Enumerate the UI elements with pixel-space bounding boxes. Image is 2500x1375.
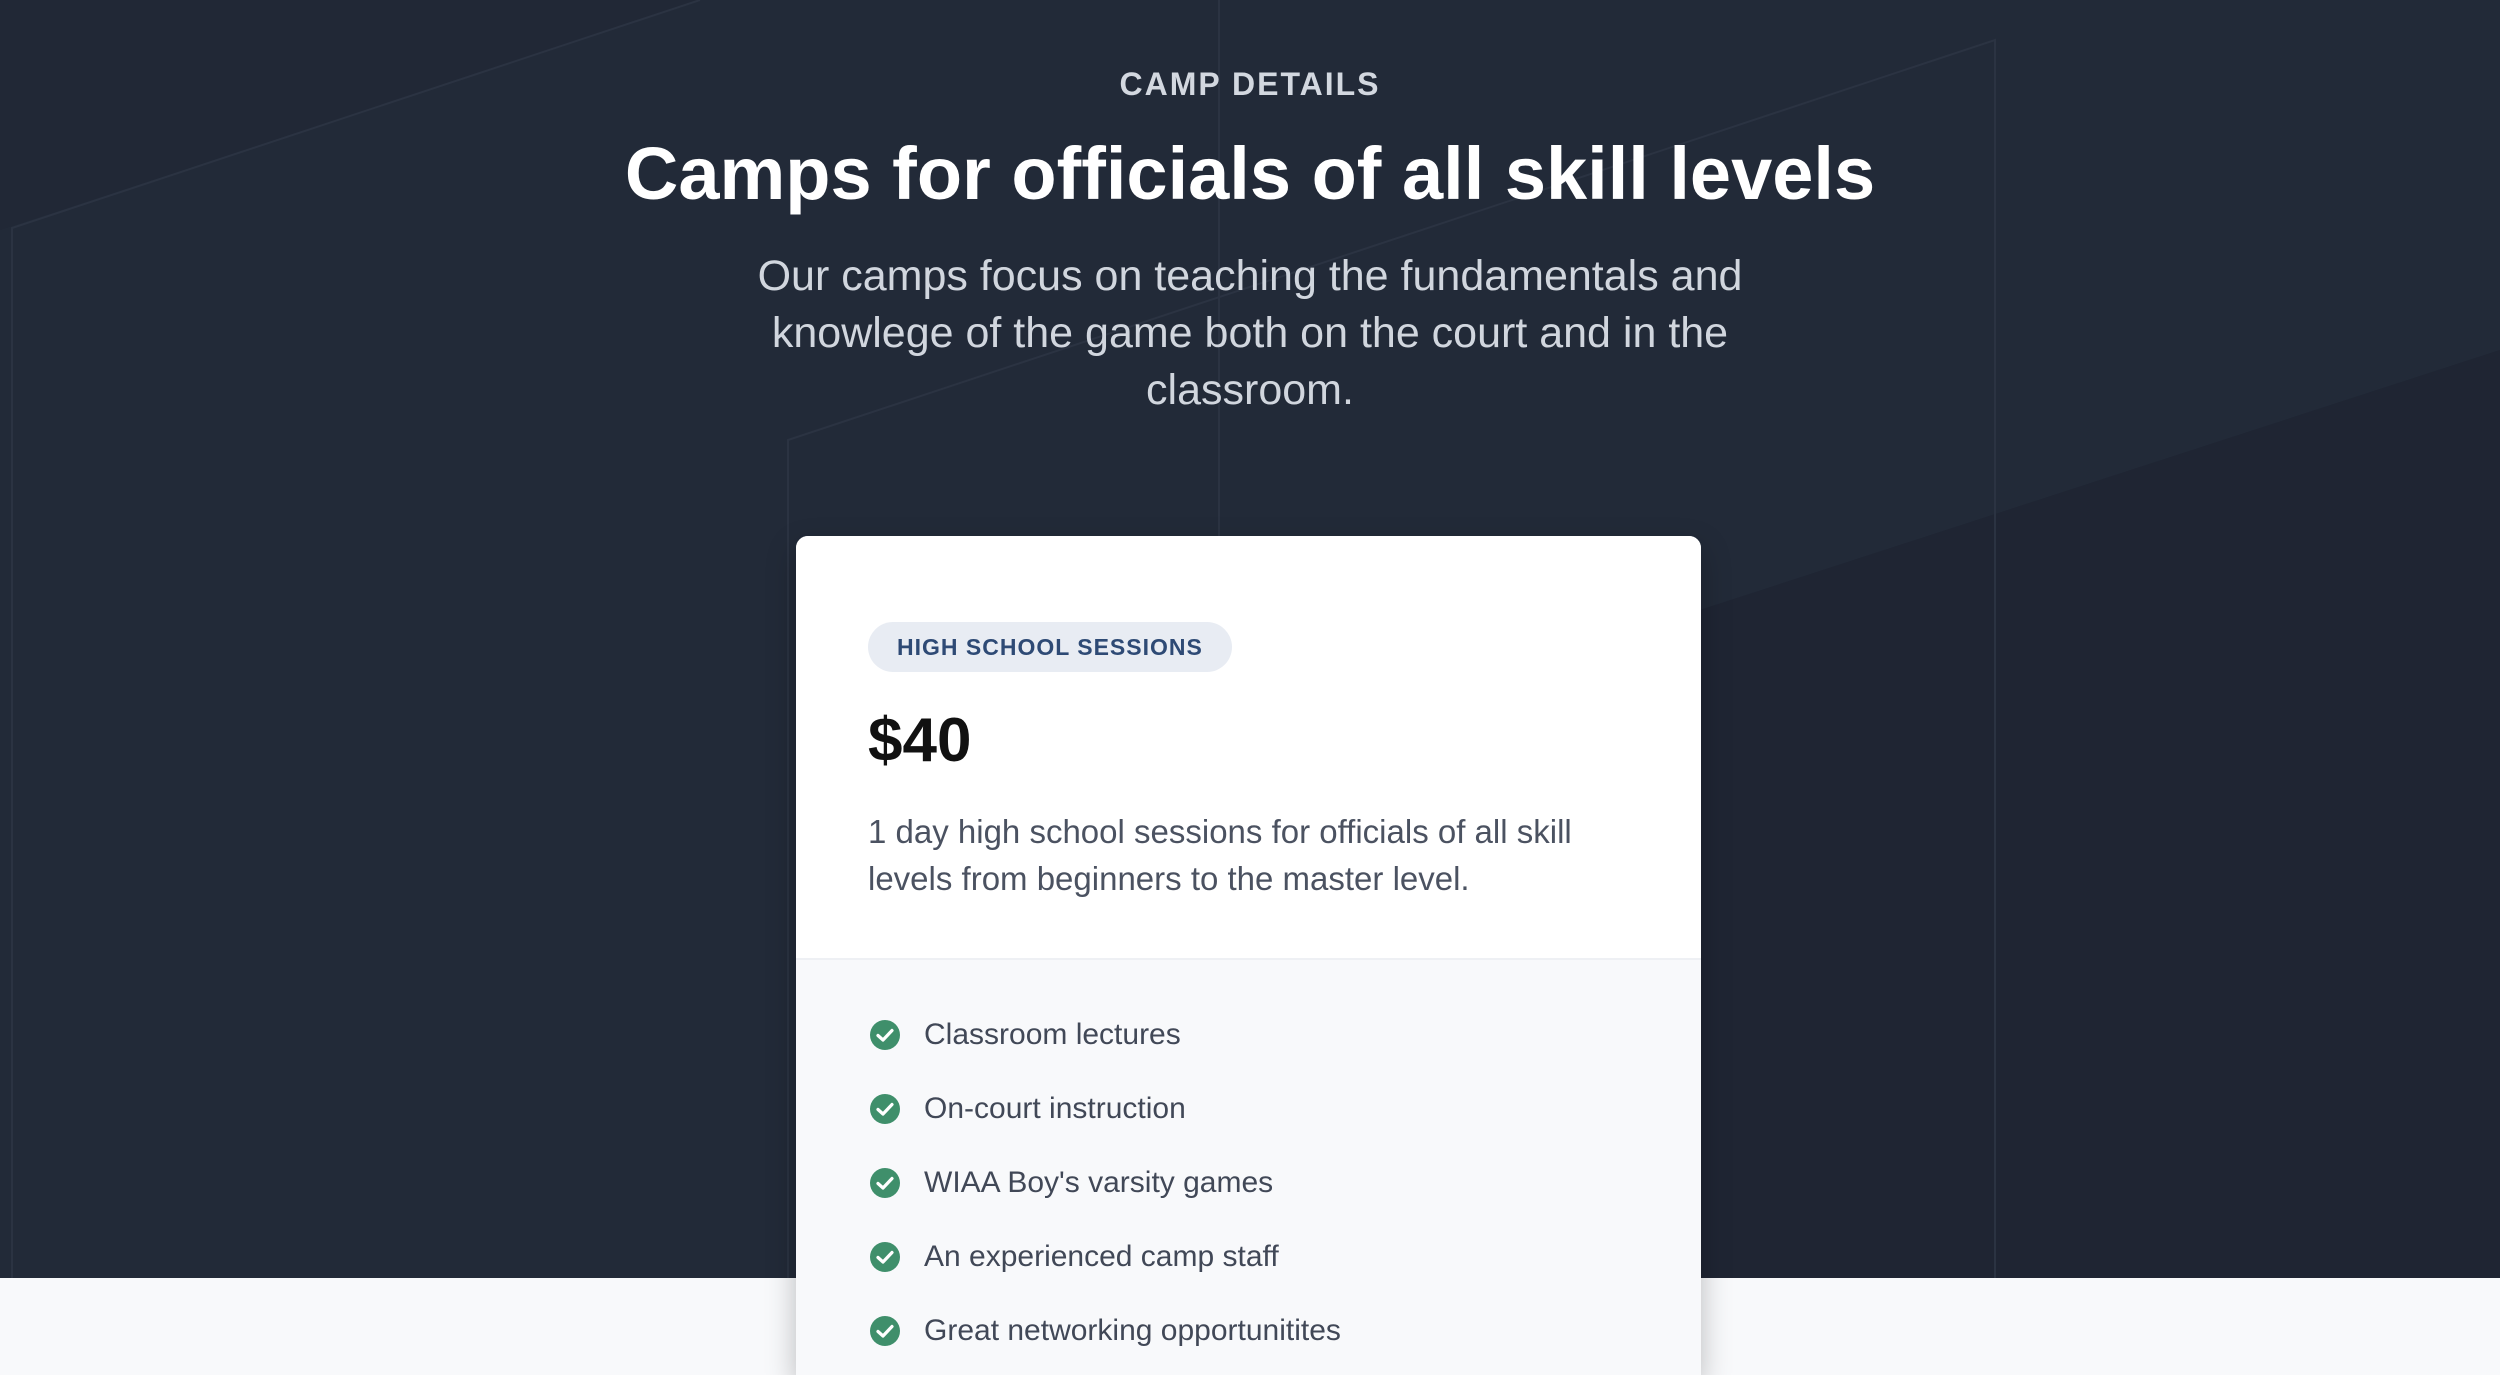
price: $40 — [868, 706, 972, 775]
check-circle-icon — [870, 1020, 900, 1050]
list-item: Classroom lectures — [868, 998, 1341, 1072]
check-circle-icon — [870, 1316, 900, 1346]
pricing-card-header: HIGH SCHOOL SESSIONS $40 1 day high scho… — [796, 536, 1701, 958]
check-circle-icon — [870, 1242, 900, 1272]
feature-list: Classroom lectures On-court instruction … — [868, 998, 1341, 1368]
session-badge: HIGH SCHOOL SESSIONS — [868, 622, 1232, 672]
section-eyebrow: CAMP DETAILS — [1119, 66, 1381, 102]
check-circle-icon — [870, 1094, 900, 1124]
list-item: Great networking opportunitites — [868, 1294, 1341, 1368]
page: CAMP DETAILS Camps for officials of all … — [0, 0, 2500, 1375]
list-item: On-court instruction — [868, 1072, 1341, 1146]
check-circle-icon — [870, 1168, 900, 1198]
feature-label: An experienced camp staff — [924, 1240, 1279, 1273]
section-subtitle: Our camps focus on teaching the fundamen… — [757, 252, 1743, 414]
pricing-description: 1 day high school sessions for officials… — [868, 813, 1572, 897]
feature-label: Great networking opportunitites — [924, 1314, 1341, 1347]
feature-label: Classroom lectures — [924, 1018, 1181, 1051]
list-item: WIAA Boy's varsity games — [868, 1146, 1341, 1220]
pricing-card: HIGH SCHOOL SESSIONS $40 1 day high scho… — [796, 536, 1701, 1375]
page-title: Camps for officials of all skill levels — [624, 132, 1876, 215]
list-item: An experienced camp staff — [868, 1220, 1341, 1294]
feature-label: WIAA Boy's varsity games — [924, 1166, 1274, 1199]
feature-label: On-court instruction — [924, 1092, 1186, 1125]
